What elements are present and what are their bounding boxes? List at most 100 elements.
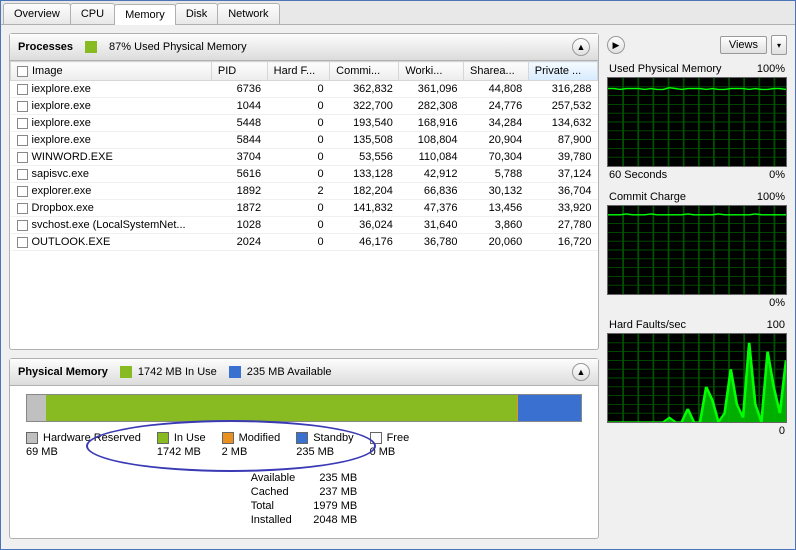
cell-value: 36,780 [399,234,464,251]
cell-value: 5,788 [464,166,529,183]
legend-item: Modified2 MB [222,432,281,458]
column-header[interactable]: Worki... [399,62,464,81]
cell-value: 20,904 [464,132,529,149]
table-row[interactable]: explorer.exe18922182,20466,83630,13236,7… [11,183,598,200]
row-checkbox[interactable] [17,220,28,231]
in-use-metric: 1742 MB In Use [138,366,217,378]
cell-value: 36,024 [330,217,399,234]
tab-memory[interactable]: Memory [114,4,176,25]
stat-label: Available [251,472,295,484]
legend-swatch [157,432,169,444]
cell-value: 316,288 [528,81,597,98]
views-button[interactable]: Views [720,36,767,54]
memory-bar [26,394,582,422]
cell-value: OUTLOOK.EXE [32,236,111,248]
row-checkbox[interactable] [17,203,28,214]
memory-segment [27,395,46,421]
column-header[interactable]: PID [211,62,267,81]
table-row[interactable]: iexplore.exe10440322,700282,30824,776257… [11,98,598,115]
stat-value: 1979 MB [313,500,357,512]
cell-value: 0 [267,166,329,183]
graphs-sidebar: ▶ Views ▾ Used Physical Memory100%60 Sec… [607,33,787,539]
table-row[interactable]: svchost.exe (LocalSystemNet...1028036,02… [11,217,598,234]
cell-value: WINWORD.EXE [32,151,113,163]
tab-cpu[interactable]: CPU [70,3,115,24]
legend-label: In Use [174,432,206,444]
cell-value: 5448 [211,115,267,132]
physical-memory-panel: Physical Memory 1742 MB In Use 235 MB Av… [9,358,599,539]
cell-value: 257,532 [528,98,597,115]
legend-value: 2 MB [222,446,281,458]
processes-header: Processes 87% Used Physical Memory ▲ [10,34,598,61]
cell-value: 0 [267,132,329,149]
graph-max: 100 [767,319,785,331]
cell-value: 0 [267,200,329,217]
row-checkbox[interactable] [17,186,28,197]
table-row[interactable]: Dropbox.exe18720141,83247,37613,45633,92… [11,200,598,217]
cell-value: 27,780 [528,217,597,234]
legend-label: Standby [313,432,353,444]
views-dropdown-button[interactable]: ▾ [771,35,787,55]
cell-value: 6736 [211,81,267,98]
column-header[interactable]: Private ... [528,62,597,81]
cell-value: sapisvc.exe [32,168,89,180]
column-header[interactable]: Commi... [330,62,399,81]
cell-value: 182,204 [330,183,399,200]
row-checkbox[interactable] [17,118,28,129]
select-all-checkbox[interactable] [17,66,28,77]
cell-value: explorer.exe [32,185,92,197]
cell-value: 16,720 [528,234,597,251]
graph-x-right: 0% [769,297,785,309]
table-row[interactable]: OUTLOOK.EXE2024046,17636,78020,06016,720 [11,234,598,251]
legend-value: 1742 MB [157,446,206,458]
legend-item: Hardware Reserved69 MB [26,432,141,458]
cell-value: 1028 [211,217,267,234]
performance-graph [607,333,787,423]
cell-value: 37,124 [528,166,597,183]
stat-value: 2048 MB [313,514,357,526]
column-header[interactable]: Image [11,62,212,81]
cell-value: 36,704 [528,183,597,200]
cell-value: 24,776 [464,98,529,115]
performance-graph [607,205,787,295]
row-checkbox[interactable] [17,84,28,95]
row-checkbox[interactable] [17,101,28,112]
row-checkbox[interactable] [17,152,28,163]
cell-value: 282,308 [399,98,464,115]
graph-section: Used Physical Memory100%60 Seconds0% [607,61,787,183]
memory-segment [518,395,581,421]
cell-value: 42,912 [399,166,464,183]
processes-collapse-button[interactable]: ▲ [572,38,590,56]
legend-value: 0 MB [370,446,410,458]
expand-graphs-button[interactable]: ▶ [607,36,625,54]
table-row[interactable]: iexplore.exe58440135,508108,80420,90487,… [11,132,598,149]
legend-swatch [370,432,382,444]
table-row[interactable]: WINWORD.EXE3704053,556110,08470,30439,78… [11,149,598,166]
tab-network[interactable]: Network [217,3,279,24]
cell-value: 0 [267,149,329,166]
cell-value: 3,860 [464,217,529,234]
table-row[interactable]: iexplore.exe67360362,832361,09644,808316… [11,81,598,98]
cell-value: 141,832 [330,200,399,217]
legend-item: In Use 1742 MB [157,432,206,458]
physical-collapse-button[interactable]: ▲ [572,363,590,381]
tab-disk[interactable]: Disk [175,3,218,24]
graph-max: 100% [757,191,785,203]
row-checkbox[interactable] [17,135,28,146]
column-header[interactable]: Sharea... [464,62,529,81]
memory-segment [46,395,517,421]
cell-value: 135,508 [330,132,399,149]
legend-swatch [296,432,308,444]
tab-overview[interactable]: Overview [3,3,71,24]
cell-value: 5616 [211,166,267,183]
column-header[interactable]: Hard F... [267,62,329,81]
available-swatch [229,366,241,378]
graph-section: Hard Faults/sec1000 [607,317,787,439]
table-row[interactable]: iexplore.exe54480193,540168,91634,284134… [11,115,598,132]
cell-value: 0 [267,81,329,98]
legend-item: Free0 MB [370,432,410,458]
cell-value: 31,640 [399,217,464,234]
table-row[interactable]: sapisvc.exe56160133,12842,9125,78837,124 [11,166,598,183]
row-checkbox[interactable] [17,169,28,180]
row-checkbox[interactable] [17,237,28,248]
